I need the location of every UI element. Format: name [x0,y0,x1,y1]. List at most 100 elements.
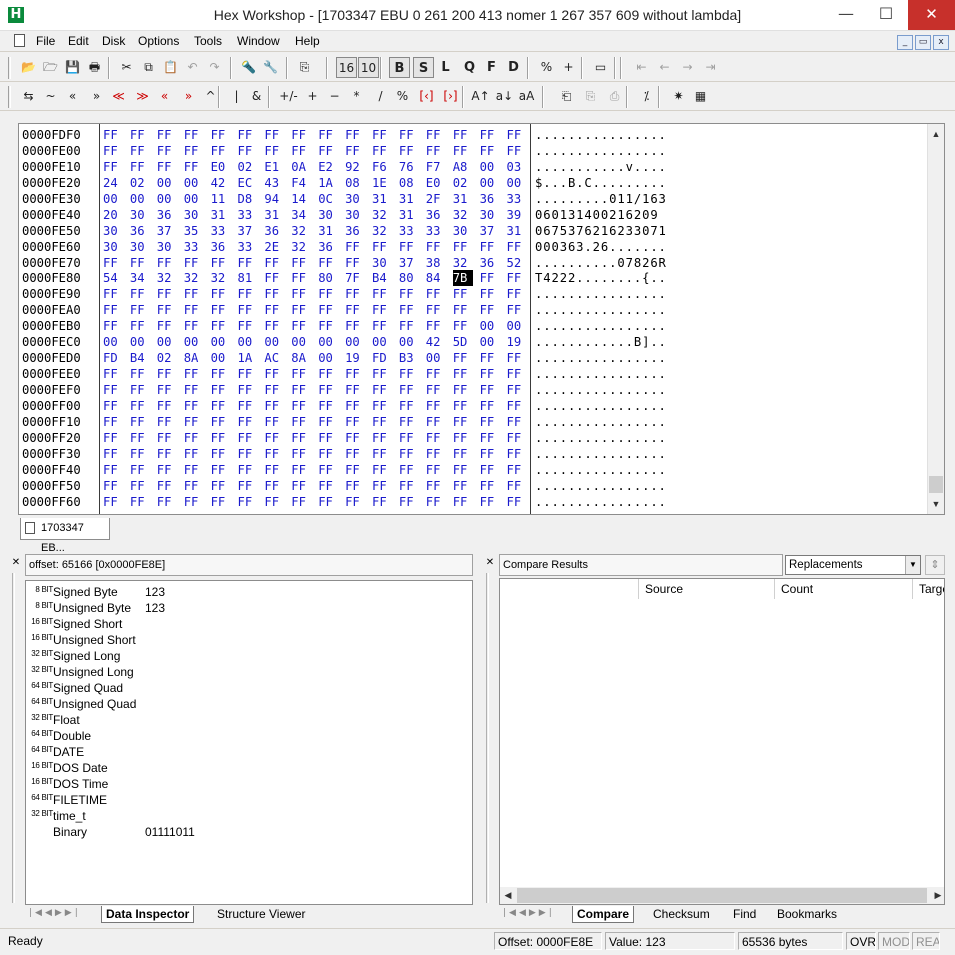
hex-byte[interactable]: FD [103,350,123,366]
hex-row[interactable]: 0000FEA0 FF FF FF FF FF FF FF FF FF FF FF FF FF FF FF FF… [19,302,919,318]
hex-byte[interactable]: FF [453,286,473,302]
hex-byte[interactable]: E0 [211,159,231,175]
hex-byte[interactable]: FF [318,286,338,302]
hex-byte[interactable]: FF [507,127,527,143]
hex-byte[interactable]: 81 [238,270,258,286]
hex-byte[interactable]: FF [130,398,150,414]
mdi-restore-button[interactable]: ▭ [915,35,931,50]
hex-byte[interactable]: FF [426,143,446,159]
hex-byte[interactable]: FF [399,398,419,414]
hex-byte[interactable]: FF [157,286,177,302]
hex-byte[interactable]: 30 [480,207,500,223]
hex-vertical-scrollbar[interactable]: ▲ ▼ [927,124,944,514]
hex-byte[interactable]: FF [184,414,204,430]
list-item[interactable]: 64 BIT DATE [26,744,466,760]
hex-byte[interactable]: FF [184,478,204,494]
hex-byte[interactable]: FF [264,302,284,318]
hex-byte[interactable]: 31 [211,207,231,223]
multiply-icon[interactable]: * [346,86,367,107]
hex-byte[interactable]: D8 [238,191,258,207]
hex-byte[interactable]: FF [103,398,123,414]
subtract-icon[interactable]: − [324,86,345,107]
hex-byte[interactable]: 7B [452,270,473,287]
hex-byte[interactable]: FF [211,127,231,143]
ascii-column[interactable]: 000363.26....... [535,239,667,255]
hex-byte[interactable]: FF [453,318,473,334]
hex-byte[interactable]: FF [399,446,419,462]
close-icon[interactable]: ✕ [10,557,22,569]
hex-byte[interactable]: FF [130,366,150,382]
hex-byte[interactable]: 32 [453,207,473,223]
panel-icon[interactable]: ▭ [590,57,611,78]
hex-byte[interactable]: FF [238,446,258,462]
ascii-column[interactable]: $...B.C......... [535,175,667,191]
hex-byte[interactable]: 00 [318,350,338,366]
hex-byte[interactable]: 0A [291,159,311,175]
hex-byte[interactable]: 33 [238,207,258,223]
hex-byte[interactable]: 00 [480,318,500,334]
list-item[interactable]: 8 BIT Unsigned Byte 123 [26,600,466,616]
hex-byte[interactable]: FF [426,286,446,302]
and-icon[interactable]: & [246,86,267,107]
chip-icon[interactable]: ✷ [668,86,689,107]
hex-byte[interactable]: FF [264,270,284,286]
menu-disk[interactable]: Disk [102,34,125,48]
ascii-column[interactable]: ............B].. [535,334,667,350]
hex-byte[interactable]: FF [345,446,365,462]
hex-row[interactable]: 0000FE30 00 00 00 00 11 D8 94 14 0C 30 31 31 2F 31 36 33… [19,191,919,207]
hex-byte[interactable]: FF [291,430,311,446]
ascii-column[interactable]: ................ [535,302,667,318]
hex-byte[interactable]: 34 [130,270,150,286]
hex-byte[interactable]: FF [426,494,446,510]
hex-byte[interactable]: FF [507,414,527,430]
hex-byte[interactable]: 31 [318,223,338,239]
hex-byte[interactable]: FF [103,382,123,398]
hex-byte[interactable]: FD [372,350,392,366]
hex-byte[interactable]: FF [130,143,150,159]
hex-byte[interactable]: FF [453,414,473,430]
lower-icon[interactable]: a↓ [494,86,515,107]
hex-byte[interactable]: FF [157,382,177,398]
hex-byte[interactable]: FF [507,382,527,398]
hex-row[interactable]: 0000FED0 FD B4 02 8A 00 1A AC 8A 00 19 FD B3 00 FF FF FF… [19,350,919,366]
hex-byte[interactable]: 80 [399,270,419,286]
list-item[interactable]: 16 BIT DOS Date [26,760,466,776]
hex-byte[interactable]: FF [480,350,500,366]
hex-byte[interactable]: FF [103,318,123,334]
ascii-column[interactable]: ................ [535,414,667,430]
not-icon[interactable]: ~ [40,86,61,107]
hex-byte[interactable]: 00 [130,191,150,207]
hex-byte[interactable]: 34 [291,207,311,223]
hex-byte[interactable]: 38 [426,255,446,271]
hex-byte[interactable]: FF [211,302,231,318]
hex-byte[interactable]: FF [184,446,204,462]
hex-byte[interactable]: EC [238,175,258,191]
ascii-column[interactable]: ................ [535,350,667,366]
hex-byte[interactable]: FF [264,143,284,159]
hex-row[interactable]: 0000FF20 FF FF FF FF FF FF FF FF FF FF FF FF FF FF FF FF… [19,430,919,446]
hex-byte[interactable]: 30 [103,223,123,239]
hex-byte[interactable]: FF [507,398,527,414]
hex-byte[interactable]: FF [453,494,473,510]
list-item[interactable]: 64 BIT Double [26,728,466,744]
hex-byte[interactable]: 24 [103,175,123,191]
menu-options[interactable]: Options [138,34,179,48]
hex-byte[interactable]: FF [291,478,311,494]
hex-byte[interactable]: 00 [291,334,311,350]
hex-byte[interactable]: FF [264,414,284,430]
hex-byte[interactable]: FF [184,127,204,143]
column-header-source[interactable]: Source [638,579,774,599]
calculator-icon[interactable]: ▦ [690,86,711,107]
hex-byte[interactable]: 32 [291,239,311,255]
hex-byte[interactable]: FF [453,366,473,382]
hex-byte[interactable]: 02 [238,159,258,175]
close-button[interactable]: ✕ [908,0,955,30]
open-folder-icon[interactable]: 🗁 [40,57,61,78]
hex-row[interactable]: 0000FEB0 FF FF FF FF FF FF FF FF FF FF FF FF FF FF 00 00… [19,318,919,334]
hex-byte[interactable]: FF [480,494,500,510]
hex-byte[interactable]: 00 [184,334,204,350]
hex-byte[interactable]: 31 [453,191,473,207]
hex-byte[interactable]: FF [372,414,392,430]
hex-byte[interactable]: FF [157,143,177,159]
hex-byte[interactable]: B4 [130,350,150,366]
